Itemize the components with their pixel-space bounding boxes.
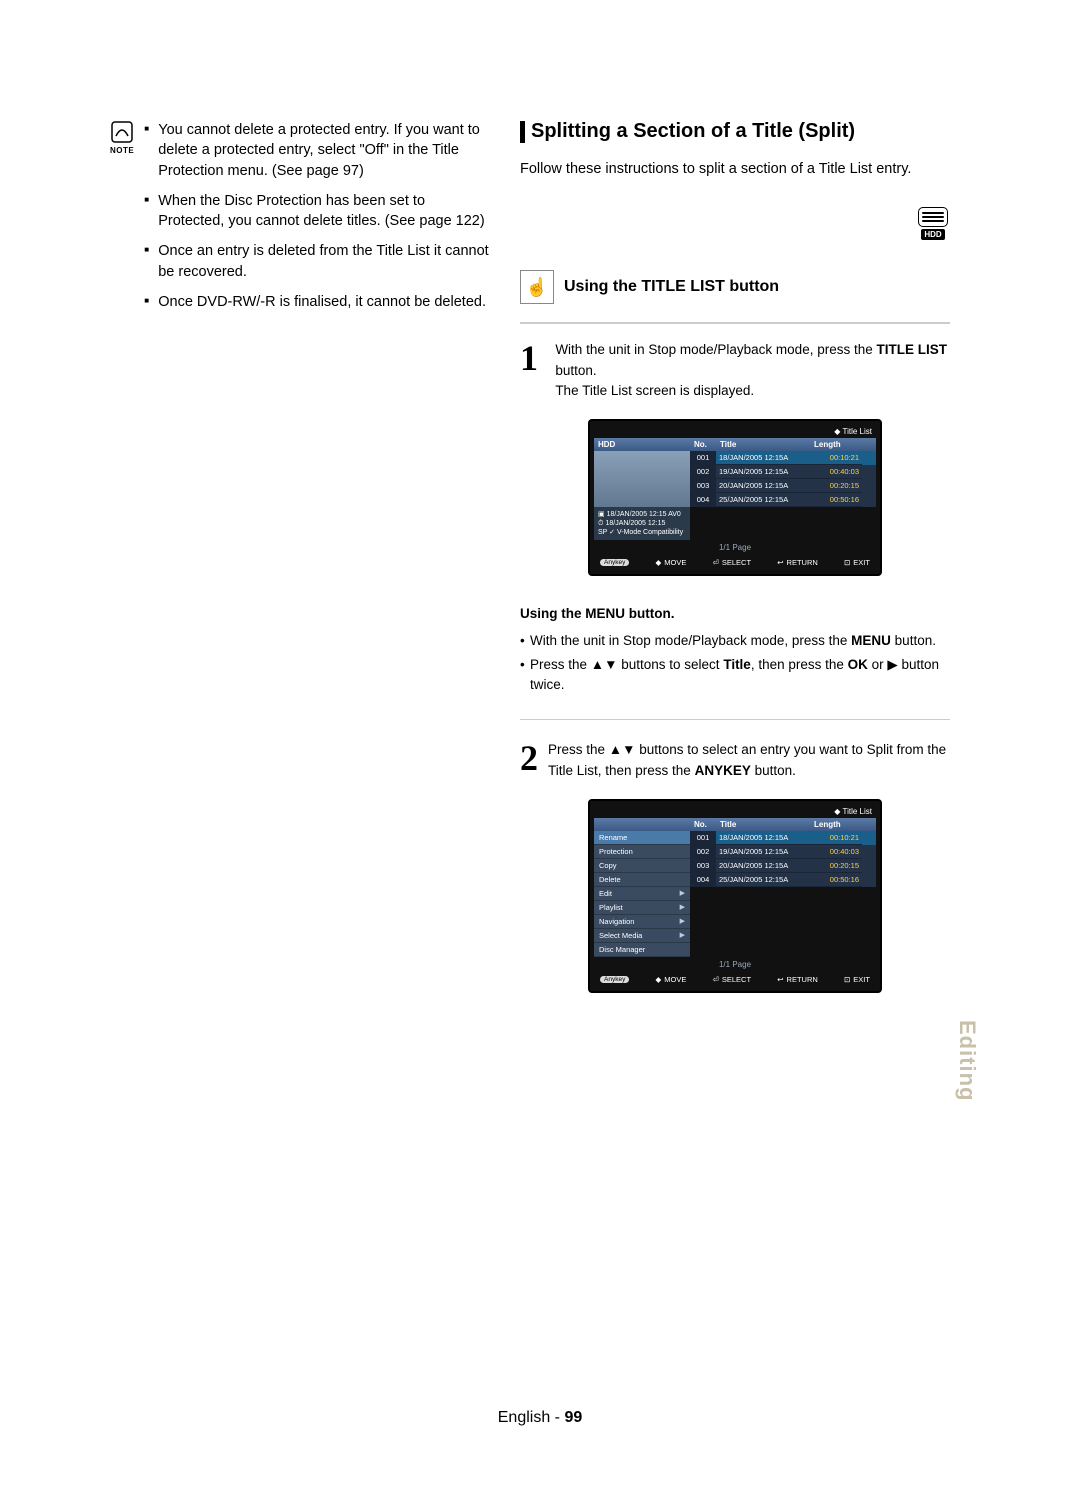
note-item: When the Disc Protection has been set to… [144,191,490,232]
context-menu-item: Select Media▶ [594,929,690,943]
note-block: NOTE You cannot delete a protected entry… [110,120,490,322]
context-menu-item: Navigation▶ [594,915,690,929]
context-menu-item: Disc Manager [594,943,690,957]
table-row: 00118/JAN/2005 12:15A00:10:21 [690,831,876,845]
note-icon [110,120,134,144]
ss-col-title: Title [716,438,810,451]
ss-rows: 00118/JAN/2005 12:15A00:10:2100219/JAN/2… [690,831,876,957]
ss-move: MOVE [664,558,686,567]
ss-rows: 00118/JAN/2005 12:15A00:10:2100219/JAN/2… [690,451,876,540]
ss-col-length: Length [810,818,862,831]
ss-thumbnail [594,451,690,507]
table-row: 00425/JAN/2005 12:15A00:50:16 [690,873,876,887]
step-number: 1 [520,340,545,401]
step-2: 2 Press the ▲▼ buttons to select an entr… [520,740,950,781]
ss-title: Title List [843,807,873,816]
using-menu-item: With the unit in Stop mode/Playback mode… [520,631,950,651]
hand-press-icon: ☝ [520,270,554,304]
section-title-text: Splitting a Section of a Title (Split) [531,120,855,143]
note-item: Once DVD-RW/-R is finalised, it cannot b… [144,292,490,312]
ss-col-no: No. [690,818,716,831]
step-text: button. [555,363,596,378]
anykey-badge: Anykey [600,559,629,566]
step-text: With the unit in Stop mode/Playback mode… [555,342,876,357]
section-desc: Follow these instructions to split a sec… [520,159,950,179]
sub-heading: Using the TITLE LIST button [564,278,779,296]
footer-lang: English [498,1409,550,1426]
context-menu-item: Edit▶ [594,887,690,901]
ss-preview: ▣ 18/JAN/2005 12:15 AV0 ⏱ 18/JAN/2005 12… [594,451,690,540]
note-item: Once an entry is deleted from the Title … [144,241,490,282]
ss-col-no: No. [690,438,716,451]
context-menu-item: Rename [594,831,690,845]
divider [520,322,950,324]
step-text: button. [751,763,796,778]
ss-select: SELECT [722,558,751,567]
note-list: You cannot delete a protected entry. If … [144,120,490,322]
ss-pager: 1/1 Page [594,957,876,972]
ss-return: RETURN [787,975,818,984]
ss-select: SELECT [722,975,751,984]
ss-footer: Anykey ◆ MOVE ⏎ SELECT ↩ RETURN ⊡ EXIT [594,555,876,570]
page-footer: English - 99 [0,1409,1080,1427]
hdd-icon: HDD [916,207,950,240]
context-menu-item: Delete [594,873,690,887]
ss-context-menu: RenameProtectionCopyDeleteEdit▶Playlist▶… [594,831,690,957]
ss-header: HDD No. Title Length [594,438,876,451]
side-tab: Editing [954,1020,980,1102]
section-title: Splitting a Section of a Title (Split) [520,120,950,143]
divider [520,719,950,720]
step-bold: ANYKEY [695,763,751,778]
context-menu-item: Copy [594,859,690,873]
ss-move: MOVE [664,975,686,984]
hdd-label: HDD [921,229,944,240]
note-label: NOTE [110,146,134,155]
ss-exit: EXIT [853,975,870,984]
table-row: 00219/JAN/2005 12:15A00:40:03 [690,465,876,479]
using-menu-block: Using the MENU button. With the unit in … [520,604,950,695]
section-bar-icon [520,121,525,143]
table-row: 00425/JAN/2005 12:15A00:50:16 [690,493,876,507]
ss-meta: SP ✓ V-Mode Compatibility [598,528,683,537]
step-1: 1 With the unit in Stop mode/Playback mo… [520,340,950,401]
ss-meta: 18/JAN/2005 12:15 [605,519,665,528]
table-row: 00320/JAN/2005 12:15A00:20:15 [690,479,876,493]
step-bold: TITLE LIST [876,342,947,357]
context-menu-item: Protection [594,845,690,859]
context-menu-item: Playlist▶ [594,901,690,915]
footer-page: 99 [564,1409,582,1426]
ss-return: RETURN [787,558,818,567]
note-item: You cannot delete a protected entry. If … [144,120,490,181]
ss-col-title: Title [716,818,810,831]
title-list-screenshot: ◆ Title List HDD No. Title Length ▣ 18/J… [588,419,882,576]
ss-exit: EXIT [853,558,870,567]
ss-header: No. Title Length [594,818,876,831]
ss-col-length: Length [810,438,862,451]
title-list-anykey-screenshot: ◆ Title List No. Title Length RenameProt… [588,799,882,993]
ss-col-blank [594,818,690,831]
table-row: 00219/JAN/2005 12:15A00:40:03 [690,845,876,859]
using-menu-item: Press the ▲▼ buttons to select Title, th… [520,655,950,696]
step-text: The Title List screen is displayed. [555,383,754,398]
table-row: 00118/JAN/2005 12:15A00:10:21 [690,451,876,465]
step-number: 2 [520,740,538,781]
ss-title: Title List [843,427,873,436]
table-row: 00320/JAN/2005 12:15A00:20:15 [690,859,876,873]
anykey-badge: Anykey [600,976,629,983]
ss-col-media: HDD [594,438,690,451]
ss-footer: Anykey ◆ MOVE ⏎ SELECT ↩ RETURN ⊡ EXIT [594,972,876,987]
ss-meta: 18/JAN/2005 12:15 AV0 [607,510,681,519]
ss-pager: 1/1 Page [594,540,876,555]
using-menu-title: Using the MENU button. [520,604,950,624]
